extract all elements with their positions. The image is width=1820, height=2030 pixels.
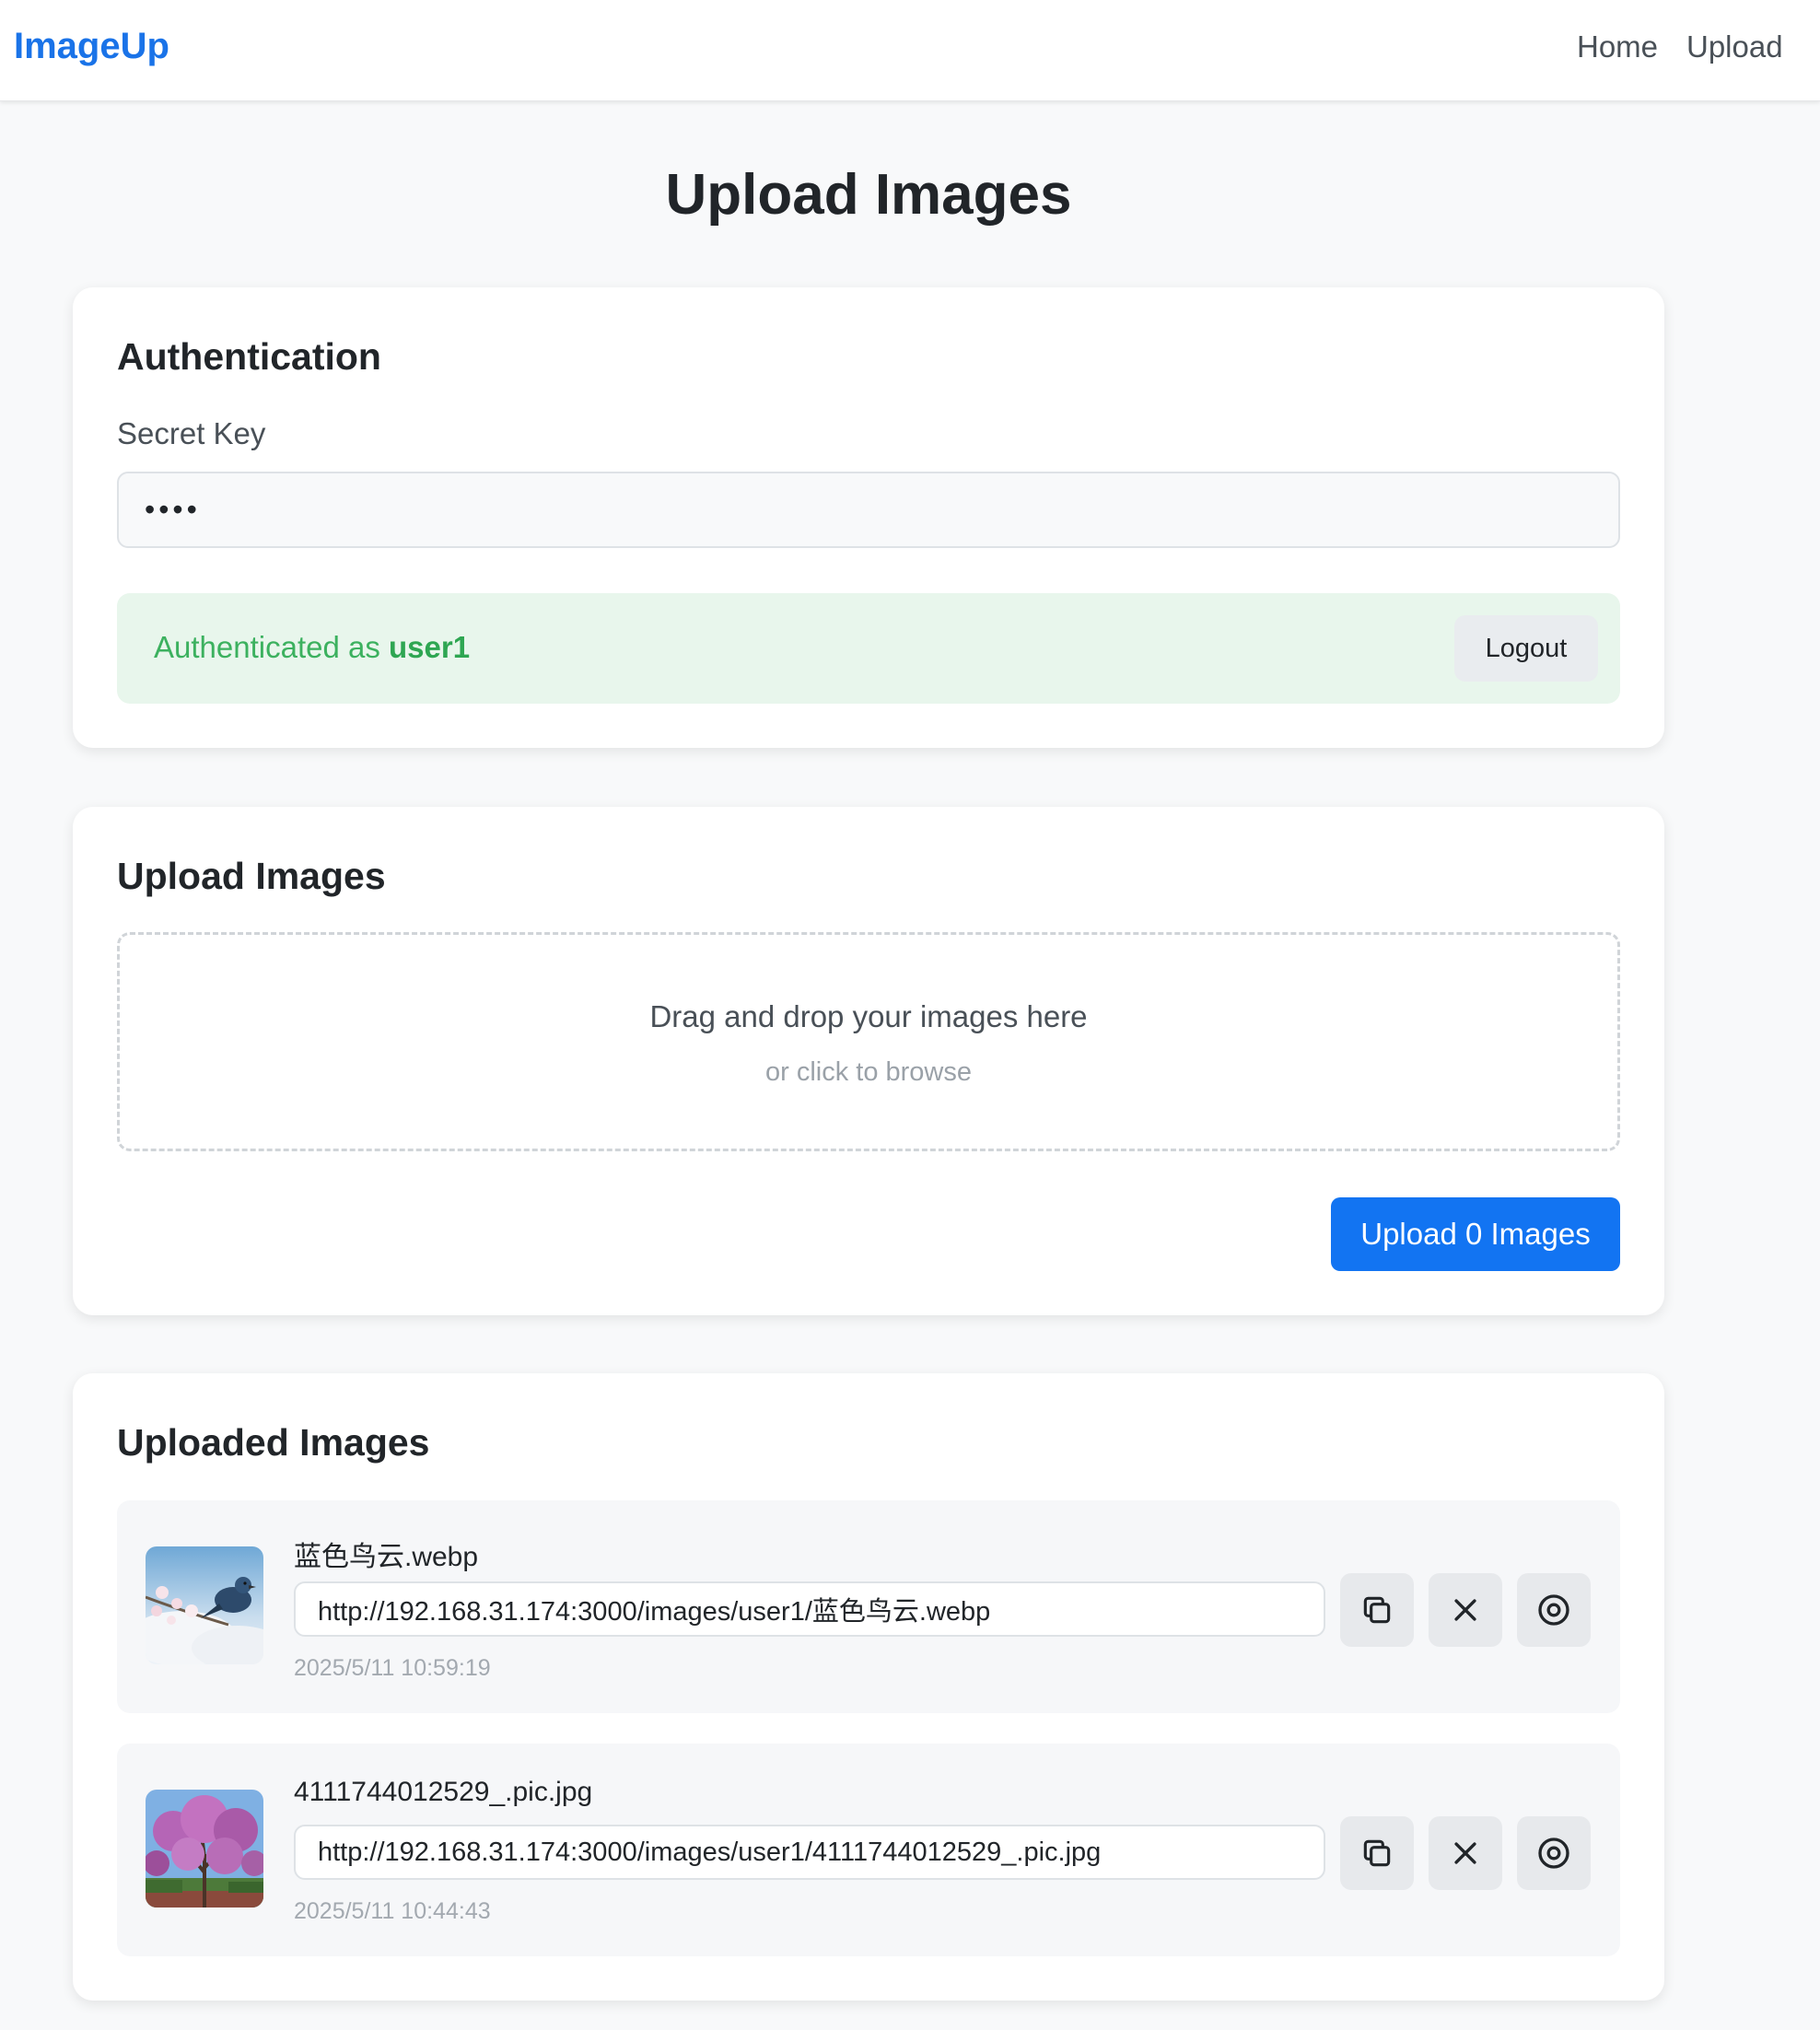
copy-url-button[interactable]	[1340, 1816, 1414, 1890]
image-url-field[interactable]	[294, 1581, 1325, 1637]
blossom-tree-thumbnail[interactable]	[146, 1790, 263, 1908]
uploaded-images-title: Uploaded Images	[117, 1421, 430, 1464]
image-list-item: 4111744012529_.pic.jpg 2025/5/11 10:44:4…	[117, 1744, 1620, 1956]
secret-key-input[interactable]	[117, 472, 1620, 548]
copy-icon	[1363, 1596, 1391, 1624]
close-icon	[1454, 1599, 1476, 1621]
auth-status-prefix: Authenticated as	[154, 630, 380, 664]
auth-status-banner: Authenticated as user1 Logout	[117, 593, 1620, 704]
file-name: 4111744012529_.pic.jpg	[294, 1777, 593, 1807]
blue-bird-thumbnail[interactable]	[146, 1546, 263, 1664]
upload-card: Upload Images Drag and drop your images …	[73, 807, 1664, 1315]
authentication-card: Authentication Secret Key Authenticated …	[73, 287, 1664, 748]
secret-key-label: Secret Key	[117, 416, 266, 450]
file-name: 蓝色鸟云.webp	[294, 1542, 479, 1572]
upload-section-title: Upload Images	[117, 855, 386, 897]
page-title: Upload Images	[665, 163, 1072, 227]
auth-status-text: Authenticated as user1	[154, 630, 470, 665]
eye-icon	[1538, 1838, 1569, 1869]
copy-icon	[1363, 1839, 1391, 1867]
copy-url-button[interactable]	[1340, 1573, 1414, 1647]
logout-button[interactable]: Logout	[1454, 615, 1598, 682]
delete-image-button[interactable]	[1429, 1573, 1502, 1647]
dropzone-main-text: Drag and drop your images here	[649, 999, 1088, 1033]
authentication-title: Authentication	[117, 335, 381, 378]
image-url-field[interactable]	[294, 1825, 1325, 1880]
brand-logo[interactable]: ImageUp	[14, 26, 169, 67]
navbar: ImageUp Home Upload	[0, 0, 1820, 101]
image-list-item: 蓝色鸟云.webp 2025/5/11 10:59:19	[117, 1500, 1620, 1713]
uploaded-images-card: Uploaded Images 蓝色鸟云.webp http://192.168…	[73, 1373, 1664, 2001]
upload-timestamp: 2025/5/11 10:59:19	[294, 1655, 491, 1681]
eye-icon	[1538, 1594, 1569, 1626]
close-icon	[1454, 1842, 1476, 1864]
nav-link-home[interactable]: Home	[1577, 29, 1658, 64]
upload-button[interactable]: Upload 0 Images	[1331, 1197, 1620, 1271]
dropzone-browse-text: or click to browse	[764, 1057, 972, 1087]
dropzone[interactable]: Drag and drop your images here or click …	[117, 932, 1620, 1151]
auth-username: user1	[389, 630, 471, 664]
upload-timestamp: 2025/5/11 10:44:43	[294, 1898, 491, 1924]
view-image-button[interactable]	[1517, 1816, 1591, 1890]
nav-link-upload[interactable]: Upload	[1686, 29, 1783, 64]
view-image-button[interactable]	[1517, 1573, 1591, 1647]
delete-image-button[interactable]	[1429, 1816, 1502, 1890]
